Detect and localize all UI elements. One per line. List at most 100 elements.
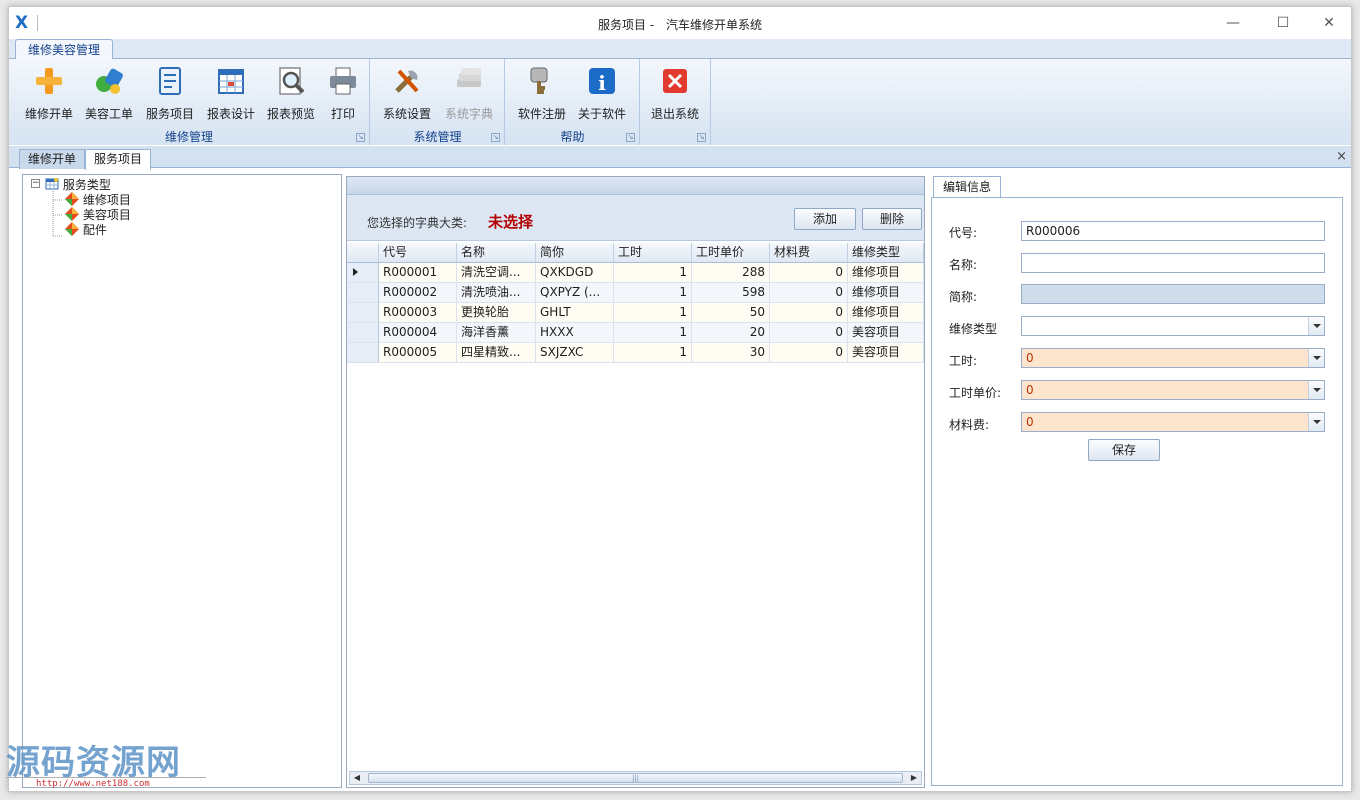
repair-order-button[interactable]: 维修开单	[19, 63, 79, 121]
cell-code[interactable]: R000001	[379, 263, 457, 283]
cell-abbr[interactable]: GHLT	[536, 303, 614, 323]
horizontal-scrollbar[interactable]: ◀ ||| ▶	[349, 771, 922, 785]
cell-name[interactable]: 海洋香薰	[457, 323, 536, 343]
print-label: 打印	[330, 107, 355, 121]
cell-material[interactable]: 0	[770, 323, 848, 343]
system-dictionary-label: 系统字典	[444, 107, 493, 121]
scroll-right-icon[interactable]: ▶	[907, 772, 921, 784]
cell-name[interactable]: 四星精致...	[457, 343, 536, 363]
dropdown-arrow-icon[interactable]	[1308, 381, 1324, 399]
delete-button[interactable]: 删除	[862, 208, 922, 230]
tree-node-repair[interactable]: 维修项目	[65, 192, 131, 207]
cell-material[interactable]: 0	[770, 263, 848, 283]
panel-header-strip	[347, 177, 924, 195]
system-settings-button[interactable]: 系统设置	[377, 63, 437, 121]
cell-price[interactable]: 50	[692, 303, 770, 323]
exit-system-button[interactable]: 退出系统	[645, 63, 705, 121]
tree-node-parts[interactable]: 配件	[65, 222, 107, 237]
cell-abbr[interactable]: HXXX	[536, 323, 614, 343]
cell-name[interactable]: 更换轮胎	[457, 303, 536, 323]
doc-tab-service-items[interactable]: 服务项目	[85, 149, 152, 170]
system-dictionary-button[interactable]: 系统字典	[439, 63, 499, 121]
dropdown-arrow-icon[interactable]	[1308, 317, 1324, 335]
group-launcher-icon[interactable]: ↘	[626, 133, 635, 142]
about-software-button[interactable]: i 关于软件	[572, 63, 632, 121]
col-header-code[interactable]: 代号	[379, 243, 457, 263]
col-header-type[interactable]: 维修类型	[848, 243, 924, 263]
maximize-button[interactable]: ☐	[1263, 11, 1303, 35]
print-button[interactable]: 打印	[313, 63, 373, 121]
cell-code[interactable]: R000002	[379, 283, 457, 303]
doc-close-icon[interactable]: ×	[1336, 149, 1347, 164]
group-launcher-icon[interactable]: ↘	[697, 133, 706, 142]
code-input[interactable]	[1021, 221, 1325, 241]
save-button[interactable]: 保存	[1088, 439, 1160, 461]
service-items-button[interactable]: 服务项目	[140, 63, 200, 121]
col-header-abbr[interactable]: 简你	[536, 243, 614, 263]
dropdown-arrow-icon[interactable]	[1308, 349, 1324, 367]
table-row[interactable]: R000001 清洗空调... QXKDGD 1 288 0 维修项目	[347, 263, 924, 283]
abbr-label: 简称:	[949, 290, 978, 304]
col-header-material[interactable]: 材料费	[770, 243, 848, 263]
cell-price[interactable]: 20	[692, 323, 770, 343]
minimize-button[interactable]: —	[1213, 11, 1253, 35]
unit-price-field[interactable]: 0	[1021, 380, 1325, 400]
abbr-input[interactable]	[1021, 284, 1325, 304]
table-row[interactable]: R000005 四星精致... SXJZXC 1 30 0 美容项目	[347, 343, 924, 363]
report-design-button[interactable]: 报表设计	[201, 63, 261, 121]
cell-type[interactable]: 美容项目	[848, 343, 924, 363]
hours-field[interactable]: 0	[1021, 348, 1325, 368]
cell-abbr[interactable]: SXJZXC	[536, 343, 614, 363]
tree-collapse-icon[interactable]: −	[31, 179, 40, 188]
beauty-order-button[interactable]: 美容工单	[79, 63, 139, 121]
name-input[interactable]	[1021, 253, 1325, 273]
cell-price[interactable]: 30	[692, 343, 770, 363]
cell-abbr[interactable]: QXPYZ (...	[536, 283, 614, 303]
tree-node-beauty[interactable]: 美容项目	[65, 207, 131, 222]
tree-node-root[interactable]: 服务类型	[45, 177, 111, 192]
cell-name[interactable]: 清洗喷油...	[457, 283, 536, 303]
cell-hours[interactable]: 1	[614, 343, 692, 363]
group-launcher-icon[interactable]: ↘	[356, 133, 365, 142]
close-window-button[interactable]: ✕	[1309, 11, 1349, 35]
cell-code[interactable]: R000005	[379, 343, 457, 363]
cell-hours[interactable]: 1	[614, 283, 692, 303]
cell-abbr[interactable]: QXKDGD	[536, 263, 614, 283]
add-button[interactable]: 添加	[794, 208, 856, 230]
ribbon-tab-maintenance[interactable]: 维修美容管理	[15, 39, 114, 60]
cell-material[interactable]: 0	[770, 343, 848, 363]
table-row[interactable]: R000002 清洗喷油... QXPYZ (... 1 598 0 维修项目	[347, 283, 924, 303]
cell-code[interactable]: R000003	[379, 303, 457, 323]
cell-hours[interactable]: 1	[614, 323, 692, 343]
unit-price-value: 0	[1026, 383, 1034, 397]
cell-type[interactable]: 维修项目	[848, 263, 924, 283]
col-header-name[interactable]: 名称	[457, 243, 536, 263]
doc-tab-repair-order[interactable]: 维修开单	[19, 149, 86, 169]
table-row[interactable]: R000003 更换轮胎 GHLT 1 50 0 维修项目	[347, 303, 924, 323]
cell-type[interactable]: 维修项目	[848, 303, 924, 323]
repair-type-select[interactable]	[1021, 316, 1325, 336]
cell-hours[interactable]: 1	[614, 303, 692, 323]
cell-type[interactable]: 美容项目	[848, 323, 924, 343]
cell-code[interactable]: R000004	[379, 323, 457, 343]
material-fee-field[interactable]: 0	[1021, 412, 1325, 432]
report-preview-button[interactable]: 报表预览	[261, 63, 321, 121]
selected-category-value: 未选择	[488, 213, 534, 231]
tab-edit-info[interactable]: 编辑信息	[933, 176, 1002, 198]
scroll-left-icon[interactable]: ◀	[350, 772, 364, 784]
cell-material[interactable]: 0	[770, 303, 848, 323]
cell-type[interactable]: 维修项目	[848, 283, 924, 303]
row-indicator	[347, 303, 379, 323]
dropdown-arrow-icon[interactable]	[1308, 413, 1324, 431]
scroll-thumb[interactable]: |||	[368, 773, 903, 783]
col-header-price[interactable]: 工时单价	[692, 243, 770, 263]
cell-hours[interactable]: 1	[614, 263, 692, 283]
software-register-button[interactable]: 软件注册	[512, 63, 572, 121]
cell-name[interactable]: 清洗空调...	[457, 263, 536, 283]
cell-material[interactable]: 0	[770, 283, 848, 303]
group-launcher-icon[interactable]: ↘	[491, 133, 500, 142]
col-header-hours[interactable]: 工时	[614, 243, 692, 263]
cell-price[interactable]: 288	[692, 263, 770, 283]
cell-price[interactable]: 598	[692, 283, 770, 303]
table-row[interactable]: R000004 海洋香薰 HXXX 1 20 0 美容项目	[347, 323, 924, 343]
